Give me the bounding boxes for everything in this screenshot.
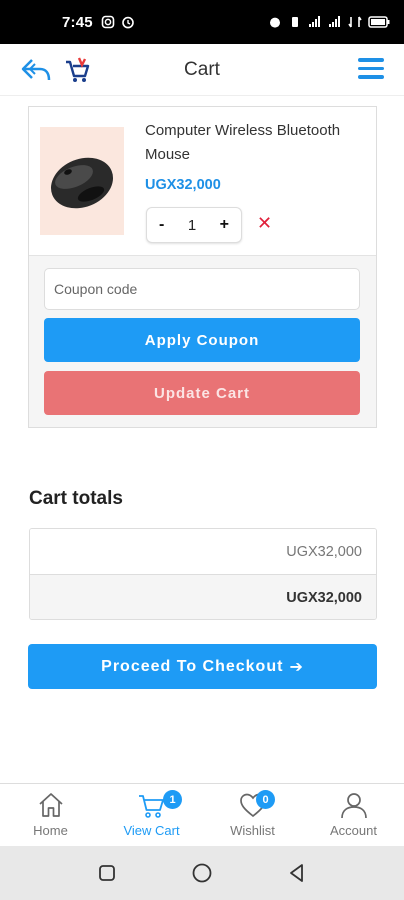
nav-item-home[interactable]: Home (0, 784, 101, 846)
recent-apps-icon[interactable] (95, 861, 119, 885)
cart-count-badge: 1 (163, 790, 182, 809)
quantity-decrease-button[interactable]: - (159, 216, 164, 234)
status-bar: 7:45 (0, 0, 404, 44)
total-row: UGX32,000 (30, 575, 376, 619)
cart-totals-heading: Cart totals (29, 488, 123, 509)
user-icon (340, 793, 367, 819)
signal-icon (309, 16, 320, 27)
nav-label-account: Account (330, 823, 377, 838)
back-button-icon[interactable] (285, 861, 309, 885)
menu-icon[interactable] (358, 58, 384, 80)
alarm-icon (122, 16, 134, 29)
battery-icon (368, 16, 390, 28)
subtotal-value: UGX32,000 (286, 543, 362, 560)
apply-coupon-button[interactable]: Apply Coupon (44, 318, 360, 362)
product-name[interactable]: Computer Wireless Bluetooth Mouse (145, 119, 365, 167)
remove-item-button[interactable]: ✕ (257, 213, 272, 234)
coupon-section: Apply Coupon Update Cart (29, 255, 376, 427)
cart-totals-table: UGX32,000 UGX32,000 (29, 528, 377, 620)
status-right-icons (268, 15, 390, 29)
product-image[interactable] (40, 127, 124, 235)
system-nav-bar (0, 846, 404, 900)
cart-item-row: Computer Wireless Bluetooth Mouse UGX32,… (29, 107, 376, 255)
nav-item-view-cart[interactable]: 1 View Cart (101, 784, 202, 846)
alarm-icon (270, 17, 280, 28)
bottom-nav: Home 1 View Cart 0 Wishlist Account (0, 783, 404, 846)
proceed-to-checkout-button[interactable]: Proceed To Checkout ➔ (28, 644, 377, 689)
checkout-label: Proceed To Checkout (101, 657, 284, 675)
wishlist-count-badge: 0 (256, 790, 275, 809)
quantity-value[interactable]: 1 (188, 217, 196, 234)
cart-item-card: Computer Wireless Bluetooth Mouse UGX32,… (28, 106, 377, 428)
subtotal-row: UGX32,000 (30, 529, 376, 575)
update-cart-button[interactable]: Update Cart (44, 371, 360, 415)
mouse-image (50, 157, 114, 209)
vibrate-icon (292, 17, 298, 27)
home-icon (38, 793, 63, 817)
app-header: Cart (0, 44, 404, 96)
arrow-right-icon: ➔ (289, 658, 304, 676)
nav-label-wishlist: Wishlist (230, 823, 275, 838)
data-icon (348, 16, 362, 28)
product-price: UGX32,000 (145, 177, 221, 193)
nav-label-home: Home (33, 823, 68, 838)
nav-item-wishlist[interactable]: 0 Wishlist (202, 784, 303, 846)
quantity-stepper: - 1 + (146, 207, 242, 243)
status-left-icons (101, 15, 135, 29)
nav-label-view-cart: View Cart (123, 823, 180, 838)
page-title: Cart (184, 59, 220, 80)
instagram-icon (101, 15, 115, 29)
coupon-code-input[interactable] (44, 268, 360, 310)
total-value: UGX32,000 (286, 590, 362, 606)
quantity-increase-button[interactable]: + (220, 216, 229, 234)
cart-icon (138, 795, 164, 818)
nav-item-account[interactable]: Account (303, 784, 404, 846)
status-time: 7:45 (62, 13, 93, 31)
home-button-icon[interactable] (190, 861, 214, 885)
signal-icon (329, 16, 340, 27)
